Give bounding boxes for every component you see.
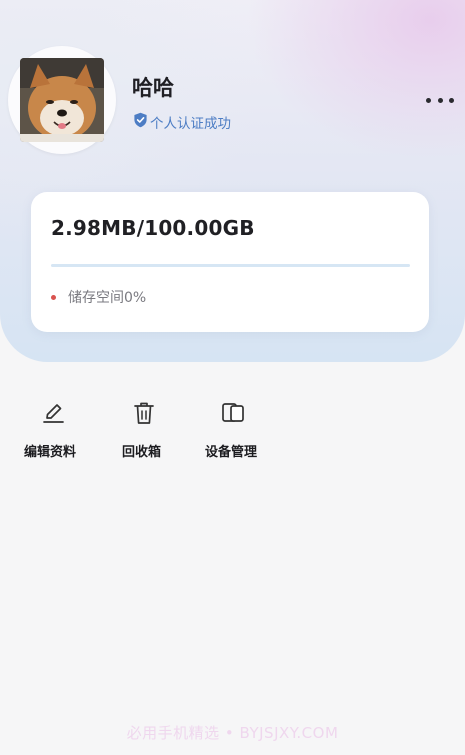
dog-avatar-image — [20, 58, 104, 142]
storage-progress-bar — [51, 264, 410, 267]
device-management-label: 设备管理 — [205, 445, 258, 460]
user-name: 哈哈 — [132, 76, 174, 100]
recycle-bin-label: 回收箱 — [122, 445, 162, 460]
avatar[interactable] — [8, 46, 116, 154]
recycle-bin-button[interactable]: 回收箱 — [122, 398, 212, 462]
more-options-icon[interactable] — [426, 90, 454, 110]
device-management-button[interactable]: 设备管理 — [205, 398, 295, 462]
storage-card[interactable]: 2.98MB/100.00GB 储存空间0% — [31, 192, 429, 332]
edit-icon — [38, 398, 68, 428]
legend-dot-icon — [51, 294, 56, 300]
verification-text: 个人认证成功 — [150, 116, 231, 132]
shield-check-icon — [133, 112, 148, 132]
edit-profile-button[interactable]: 编辑资料 — [24, 398, 114, 462]
watermark: 必用手机精选 • BYJSJXY.COM — [126, 724, 339, 742]
edit-profile-label: 编辑资料 — [24, 445, 77, 460]
storage-legend: 储存空间0% — [51, 288, 146, 306]
storage-legend-text: 储存空间0% — [68, 290, 147, 306]
trash-icon — [129, 398, 159, 428]
devices-icon — [218, 398, 248, 428]
storage-usage: 2.98MB/100.00GB — [51, 216, 255, 240]
verification-badge: 个人认证成功 — [133, 112, 231, 132]
